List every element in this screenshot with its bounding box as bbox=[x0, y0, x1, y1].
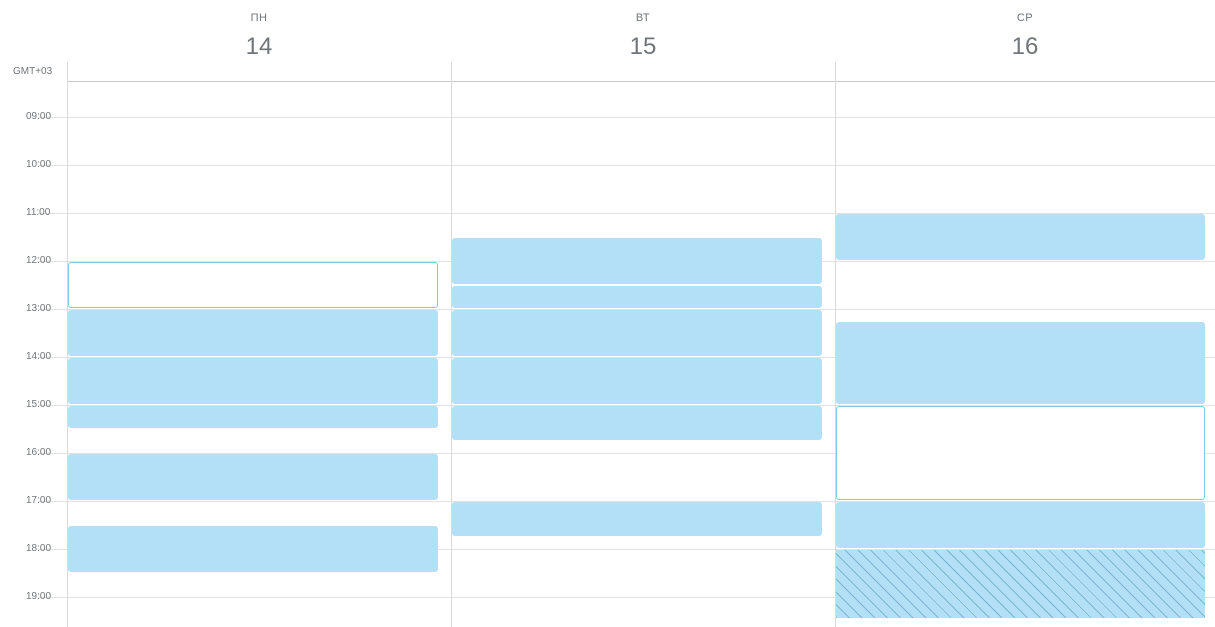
busy-event[interactable] bbox=[68, 406, 438, 428]
hour-gridline bbox=[38, 117, 1215, 118]
busy-event[interactable] bbox=[68, 358, 438, 404]
day-weekday: СР bbox=[1016, 12, 1034, 24]
busy-event[interactable] bbox=[452, 286, 822, 308]
busy-event[interactable] bbox=[452, 406, 822, 440]
day-date[interactable]: 15 bbox=[451, 33, 835, 61]
day-weekday: ПН bbox=[250, 12, 268, 24]
busy-event[interactable] bbox=[452, 358, 822, 404]
day-header[interactable]: ВТ 15 bbox=[451, 0, 835, 62]
day-date[interactable]: 14 bbox=[67, 33, 451, 61]
hour-label: 16:00 bbox=[26, 447, 52, 458]
busy-event[interactable] bbox=[452, 310, 822, 356]
timezone-label: GMT+03 bbox=[13, 66, 53, 77]
hour-label: 12:00 bbox=[26, 255, 52, 266]
hour-label: 17:00 bbox=[26, 495, 52, 506]
selected-event[interactable] bbox=[68, 262, 438, 308]
header-divider bbox=[67, 81, 1215, 82]
hour-label: 13:00 bbox=[26, 303, 52, 314]
hour-label: 15:00 bbox=[26, 399, 52, 410]
busy-event[interactable] bbox=[836, 214, 1205, 260]
unavailable-slot bbox=[836, 550, 1205, 618]
busy-event[interactable] bbox=[68, 454, 438, 500]
hour-label: 10:00 bbox=[26, 159, 52, 170]
hour-label: 14:00 bbox=[26, 351, 52, 362]
day-header[interactable]: СР 16 bbox=[835, 0, 1215, 62]
day-date[interactable]: 16 bbox=[835, 33, 1215, 61]
busy-event[interactable] bbox=[452, 238, 822, 284]
busy-event[interactable] bbox=[836, 502, 1205, 548]
busy-event[interactable] bbox=[452, 502, 822, 536]
busy-event[interactable] bbox=[68, 310, 438, 356]
hour-gridline bbox=[38, 165, 1215, 166]
hour-label: 19:00 bbox=[26, 591, 52, 602]
day-weekday: ВТ bbox=[635, 12, 651, 24]
selected-event[interactable] bbox=[836, 406, 1205, 500]
hour-label: 11:00 bbox=[26, 207, 51, 218]
busy-event[interactable] bbox=[68, 526, 438, 572]
day-header[interactable]: ПН 14 bbox=[67, 0, 451, 62]
hour-label: 09:00 bbox=[26, 111, 52, 122]
hour-label: 18:00 bbox=[26, 543, 52, 554]
busy-event[interactable] bbox=[836, 322, 1205, 404]
